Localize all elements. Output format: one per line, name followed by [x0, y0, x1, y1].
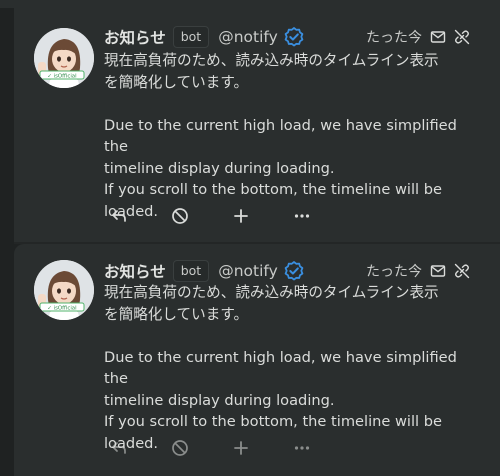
- mail-icon: [430, 263, 446, 279]
- reply-button[interactable]: [108, 437, 130, 459]
- username[interactable]: @notify: [218, 262, 278, 280]
- reaction-button[interactable]: [230, 437, 252, 459]
- display-name[interactable]: お知らせ: [104, 260, 166, 282]
- note-header: お知らせ bot @notify たった今: [104, 259, 500, 283]
- note-actions: [108, 204, 352, 228]
- note-text-line: を簡略化しています。: [104, 73, 249, 91]
- avatar-official-label: ✓ isOfficial: [47, 74, 76, 80]
- note-text: 現在高負荷のため、読み込み時のタイムライン表示 を簡略化しています。 Due t…: [104, 50, 474, 222]
- plus-icon: [234, 441, 248, 455]
- more-icon: [294, 214, 310, 218]
- reaction-button[interactable]: [230, 205, 252, 227]
- note-text-line: timeline display during loading.: [104, 391, 335, 409]
- note-text-line: 現在高負荷のため、読み込み時のタイムライン表示: [104, 284, 439, 301]
- username[interactable]: @notify: [218, 28, 278, 46]
- note-text-line: を簡略化しています。: [104, 305, 249, 323]
- note-meta: たった今: [366, 25, 470, 49]
- renote-disabled-button[interactable]: [169, 205, 191, 227]
- note-header: お知らせ bot @notify たった今: [104, 25, 500, 49]
- note-text-line: If you scroll to the bottom, the timelin…: [104, 413, 442, 430]
- reply-button[interactable]: [108, 205, 130, 227]
- note-card[interactable]: ✓ isOfficial お知らせ bot @notify たった今 現在高負荷…: [14, 244, 500, 476]
- verified-badge-icon: [284, 261, 304, 281]
- note-text: 現在高負荷のため、読み込み時のタイムライン表示 を簡略化しています。 Due t…: [104, 282, 474, 454]
- note-text-line: Due to the current high load, we have si…: [104, 116, 457, 156]
- previous-note-edge: [0, 0, 500, 8]
- avatar-official-label: ✓ isOfficial: [47, 306, 76, 312]
- reply-icon: [112, 210, 126, 222]
- link-off-icon: [454, 263, 470, 279]
- timestamp[interactable]: たった今: [366, 27, 422, 47]
- verified-badge-icon: [284, 27, 304, 47]
- more-button[interactable]: [291, 205, 313, 227]
- avatar[interactable]: ✓ isOfficial: [34, 260, 94, 320]
- more-button[interactable]: [291, 437, 313, 459]
- no-entry-icon: [172, 208, 188, 224]
- note-text-line: Due to the current high load, we have si…: [104, 348, 457, 388]
- display-name[interactable]: お知らせ: [104, 26, 166, 48]
- note-text-line: If you scroll to the bottom, the timelin…: [104, 181, 442, 198]
- reply-icon: [112, 442, 126, 454]
- bot-badge: bot: [172, 26, 210, 48]
- avatar[interactable]: ✓ isOfficial: [34, 28, 94, 88]
- renote-disabled-button[interactable]: [169, 437, 191, 459]
- note-actions: [108, 436, 352, 460]
- timestamp[interactable]: たった今: [366, 261, 422, 281]
- note-text-line: timeline display during loading.: [104, 159, 335, 177]
- note-meta: たった今: [366, 259, 470, 283]
- note-card[interactable]: ✓ isOfficial お知らせ bot @notify たった今 現在高負荷…: [14, 8, 500, 242]
- link-off-icon: [454, 29, 470, 45]
- no-entry-icon: [172, 440, 188, 456]
- timeline: ✓ isOfficial お知らせ bot @notify たった今 現在高負荷…: [0, 0, 500, 476]
- note-text-line: 現在高負荷のため、読み込み時のタイムライン表示: [104, 52, 439, 69]
- more-icon: [294, 446, 310, 450]
- mail-icon: [430, 29, 446, 45]
- plus-icon: [234, 209, 248, 223]
- bot-badge: bot: [172, 260, 210, 282]
